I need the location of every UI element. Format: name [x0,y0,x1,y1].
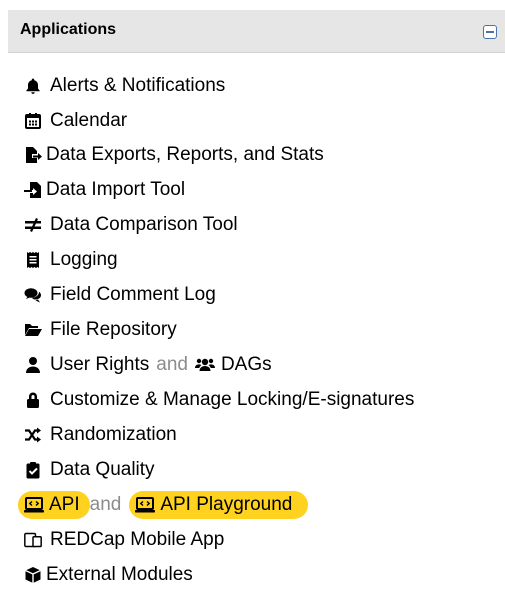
item-label: Logging [50,249,118,270]
api-highlight[interactable]: API [18,491,90,519]
link-dags[interactable]: DAGs [221,351,272,379]
item-label: Calendar [50,110,128,131]
clipboard-check-icon [24,461,42,479]
tablet-mobile-icon [24,531,46,549]
panel-title: Applications [20,21,117,38]
row-api: API and API Playground [18,491,309,519]
item-label: Alerts & Notifications [50,75,226,96]
link-api-playground[interactable]: API Playground [160,491,292,519]
shuffle-icon [24,426,42,444]
collapse-button[interactable] [483,25,497,39]
item-label: Field Comment Log [50,284,216,305]
link-locking-esignatures[interactable]: Customize & Manage Locking/E-signatures [24,386,414,414]
link-user-rights[interactable]: User Rights [50,351,149,379]
item-label: REDCap Mobile App [50,529,225,550]
panel-header: Applications [8,10,505,53]
bell-icon [24,77,42,95]
item-label: Customize & Manage Locking/E-signatures [50,389,415,410]
link-data-quality[interactable]: Data Quality [24,456,155,484]
users-icon [194,356,215,374]
api-playground-highlight[interactable]: API Playground [129,491,309,519]
joiner-text: and [89,494,122,515]
lock-icon [24,391,42,409]
item-label: Randomization [50,424,177,445]
link-data-exports[interactable]: Data Exports, Reports, and Stats [24,141,324,169]
item-label: External Modules [46,564,193,585]
link-logging[interactable]: Logging [24,246,118,274]
row-user-rights-dags: User Rights and DAGs [24,351,272,379]
applications-panel: Applications Alerts & Notifications Cale… [8,10,505,585]
item-label: Data Comparison Tool [50,214,238,235]
file-import-icon [24,181,42,199]
item-label: Data Exports, Reports, and Stats [46,144,324,165]
link-api[interactable]: API [49,491,80,519]
comments-icon [24,286,42,304]
link-data-import[interactable]: Data Import Tool [24,176,185,204]
item-label: Data Import Tool [46,179,186,200]
joiner-text: and [156,354,188,375]
receipt-icon [24,251,42,269]
link-data-comparison[interactable]: Data Comparison Tool [24,211,238,239]
link-file-repository[interactable]: File Repository [24,316,177,344]
not-equal-icon [24,216,42,234]
link-external-modules[interactable]: External Modules [24,561,193,589]
user-icon [24,356,42,374]
laptop-code-icon [135,496,156,514]
calendar-icon [24,112,42,130]
link-calendar[interactable]: Calendar [24,107,127,135]
link-alerts-notifications[interactable]: Alerts & Notifications [24,72,225,100]
item-label: Data Quality [50,459,155,480]
laptop-code-icon [24,496,44,514]
item-label: File Repository [50,319,177,340]
folder-open-icon [24,321,42,339]
link-randomization[interactable]: Randomization [24,421,177,449]
link-field-comment-log[interactable]: Field Comment Log [24,281,216,309]
file-export-icon [24,146,42,164]
link-redcap-mobile-app[interactable]: REDCap Mobile App [24,526,224,554]
